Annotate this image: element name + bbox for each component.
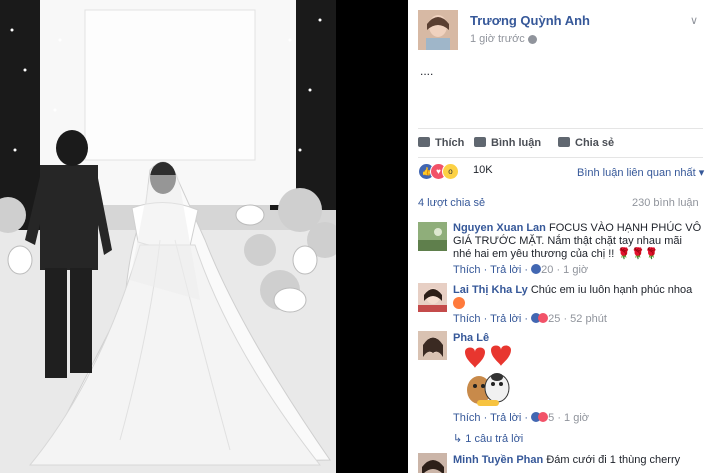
post-actions-bar: Thích Bình luận Chia sẻ [418,128,703,158]
wedding-photo[interactable] [0,0,336,473]
sort-label: Bình luận liên quan nhất [577,167,696,179]
commenter-avatar[interactable] [418,331,447,360]
wedding-photo-image [0,0,336,473]
comment-icon [474,137,486,147]
commenter-avatar[interactable] [418,222,447,251]
comment-like-link[interactable]: Thích [453,313,481,325]
smile-emoji-icon [453,297,465,309]
commenter-avatar[interactable] [418,283,447,312]
comment-reply-link[interactable]: Trả lời [490,313,521,325]
replies-count: 1 câu trả lời [465,433,524,445]
comment-item: Lai Thị Kha Ly Chúc em iu luôn hạnh phúc… [408,282,710,328]
dog-sticker-image [465,345,511,406]
globe-icon [527,34,537,44]
share-icon [558,137,570,147]
post-sidebar: Trương Quỳnh Anh 1 giờ trước ∨ .... Thíc… [408,0,710,473]
post-header: Trương Quỳnh Anh 1 giờ trước ∨ [418,10,708,50]
comment-body: Lai Thị Kha Ly Chúc em iu luôn hạnh phúc… [453,284,703,311]
chevron-down-icon[interactable]: ∨ [690,14,698,27]
commenter-avatar[interactable] [418,453,447,473]
thumbs-up-icon [418,137,430,147]
avatar-image [418,453,447,473]
commenter-name[interactable]: Minh Tuyền Phan [453,454,543,466]
avatar-image [418,10,458,50]
wow-reaction-icon: o [442,163,459,180]
comment-like-link[interactable]: Thích [453,264,481,276]
comment-count[interactable]: 230 bình luận [632,197,699,209]
comment-reply-link[interactable]: Trả lời [490,412,521,424]
share-label: Chia sẻ [575,137,615,149]
comment-meta: Thích · Trả lời · 5 · 1 giờ [453,412,589,424]
post-time[interactable]: 1 giờ trước [470,33,537,45]
post-time-label: 1 giờ trước [470,33,525,45]
comment-time[interactable]: 1 giờ [564,412,589,424]
comment-reaction-count[interactable]: 5 [548,412,554,424]
commenter-name[interactable]: Nguyen Xuan Lan [453,222,546,234]
comment-label: Bình luận [491,137,542,149]
comment-text: Chúc em iu luôn hạnh phúc nhoa [530,284,693,296]
comment-item: Nguyen Xuan Lan FOCUS VÀO HẠNH PHÚC VÔ G… [408,220,710,280]
avatar-image [418,222,447,251]
caret-down-icon: ▾ [698,167,705,179]
avatar-image [418,283,447,312]
like-reaction-icon [531,264,542,274]
avatar-image [418,331,447,360]
comment-like-link[interactable]: Thích [453,412,481,424]
love-reaction-icon [538,313,549,323]
rose-emoji-icon: 🌹🌹🌹 [617,248,659,260]
comment-item: Minh Tuyền Phan Đám cưới đi 1 thùng cher… [408,452,710,473]
comment-body: Minh Tuyền Phan Đám cưới đi 1 thùng cher… [453,454,703,467]
post-text: .... [420,64,434,78]
commenter-name[interactable]: Lai Thị Kha Ly [453,284,528,296]
comment-item: Pha Lê Thích · Trả lời · 5 · 1 giờ ↳ 1 c… [408,330,710,450]
view-replies-link[interactable]: ↳ 1 câu trả lời [453,432,523,445]
comment-meta: Thích · Trả lời · 25 · 52 phút [453,313,607,325]
reply-arrow-icon: ↳ [453,433,463,445]
comment-meta: Thích · Trả lời · 20 · 1 giờ [453,264,589,276]
comment-text: Đám cưới đi 1 thùng cherry [546,454,681,466]
author-name[interactable]: Trương Quỳnh Anh [470,13,590,28]
dog-sticker[interactable] [453,344,523,414]
like-label: Thích [435,137,465,149]
share-button[interactable]: Chia sẻ [558,137,614,149]
reaction-count: 10K [473,164,493,176]
like-button[interactable]: Thích [418,137,464,149]
comment-reaction-count[interactable]: 20 [541,264,553,276]
comment-time[interactable]: 1 giờ [563,264,588,276]
author-avatar[interactable] [418,10,458,50]
share-count[interactable]: 4 lượt chia sẻ [418,197,485,209]
comment-button[interactable]: Bình luận [474,137,541,149]
love-reaction-icon [538,412,549,422]
comment-time[interactable]: 52 phút [570,313,607,325]
comment-body: Nguyen Xuan Lan FOCUS VÀO HẠNH PHÚC VÔ G… [453,222,703,261]
comment-reaction-count[interactable]: 25 [548,313,560,325]
comment-sort-dropdown[interactable]: Bình luận liên quan nhất ▾ [577,166,704,179]
commenter-name[interactable]: Pha Lê [453,332,489,344]
comment-reply-link[interactable]: Trả lời [490,264,521,276]
